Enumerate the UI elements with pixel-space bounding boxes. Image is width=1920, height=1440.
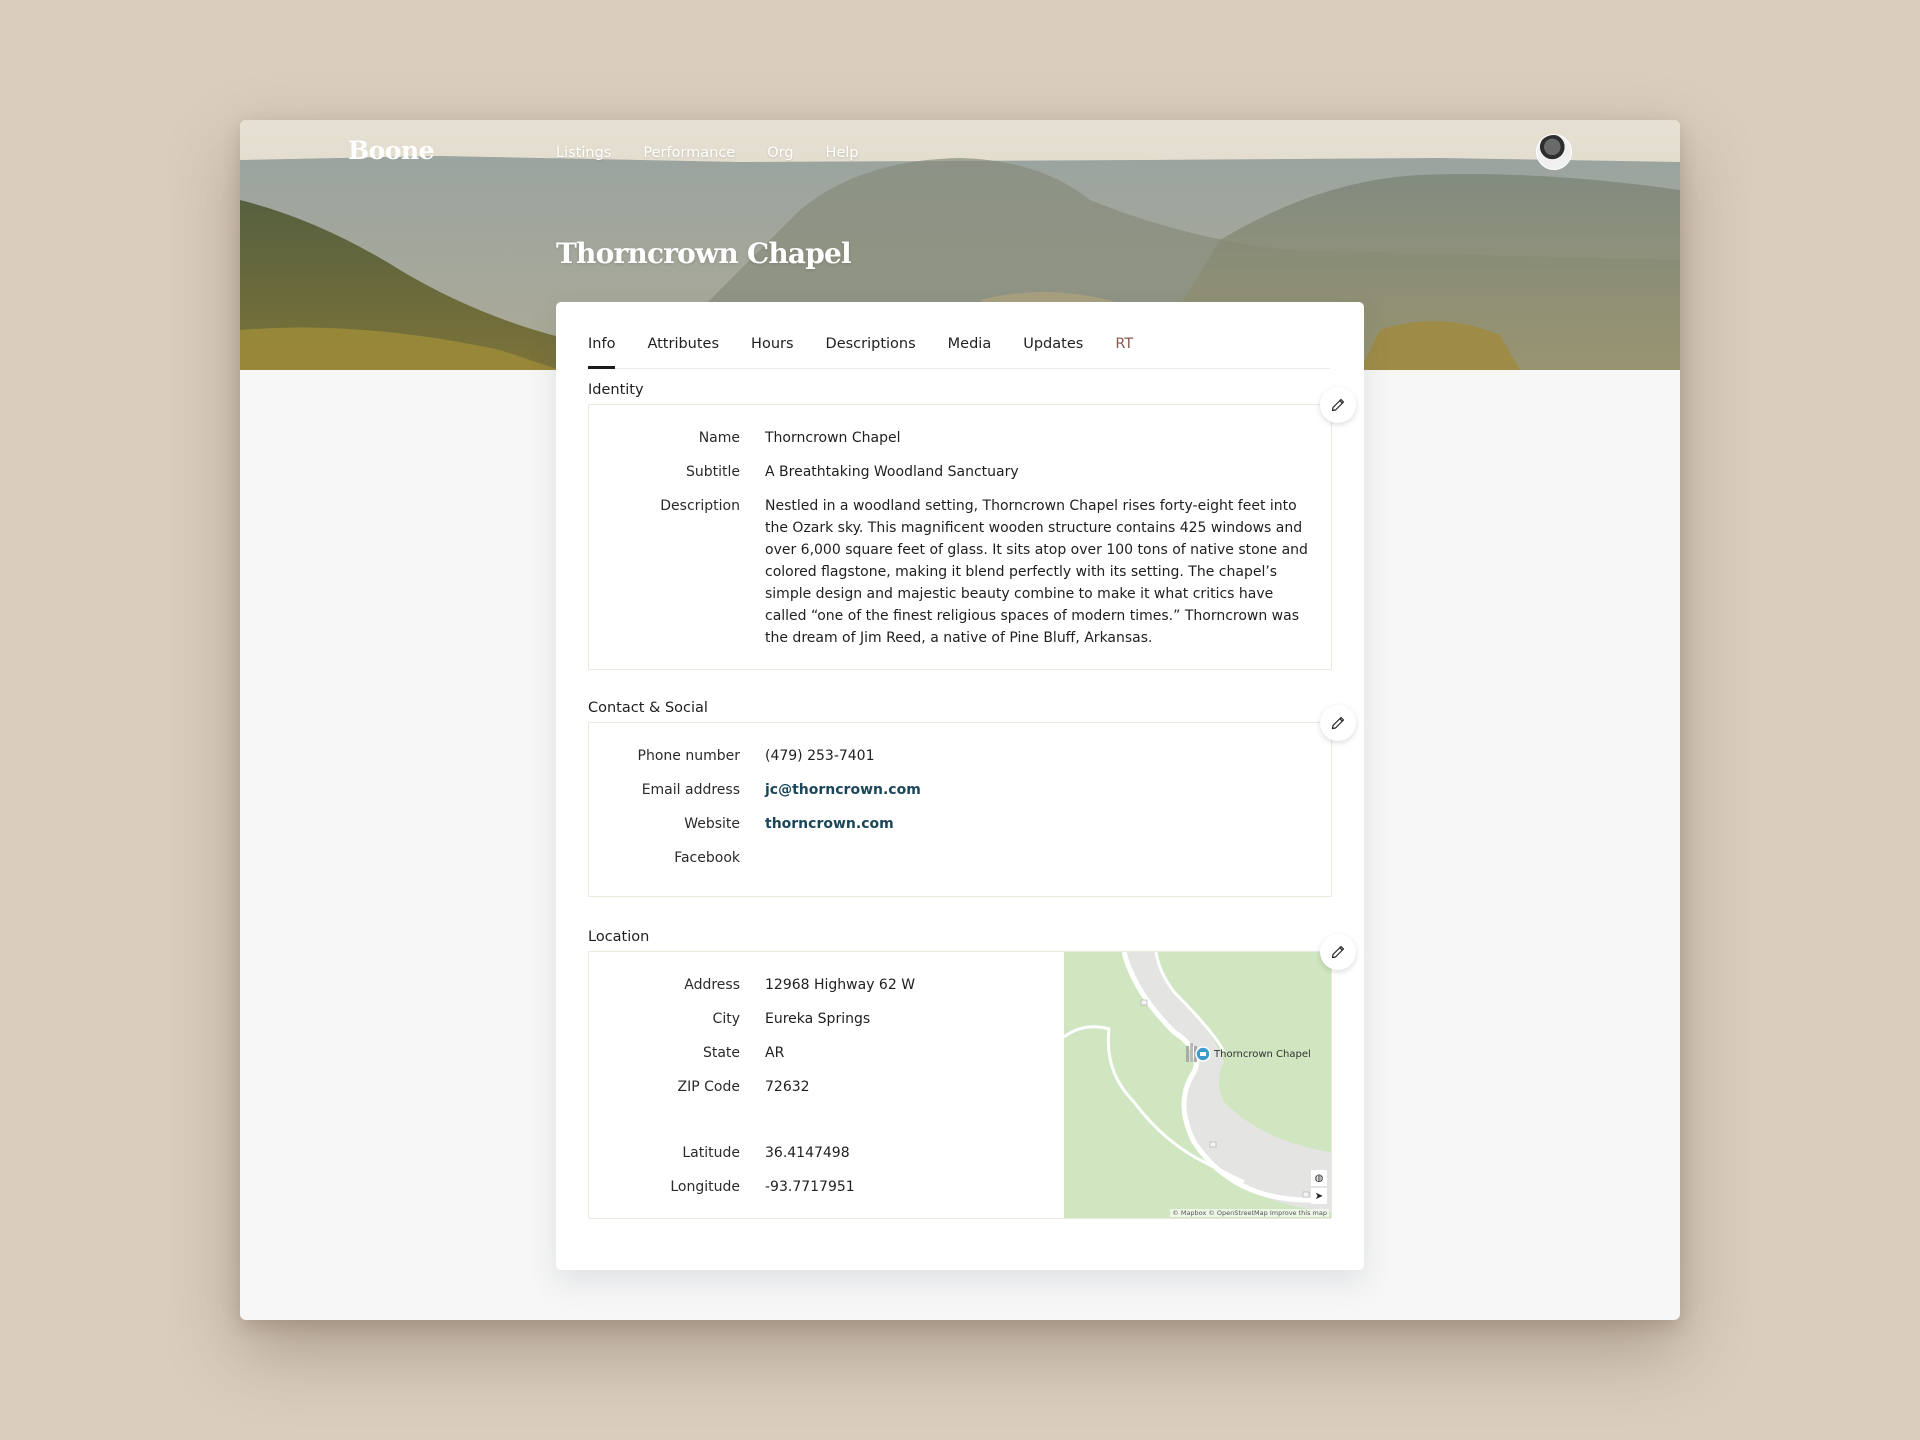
map-attribution[interactable]: © Mapbox © OpenStreetMap Improve this ma…: [1170, 1209, 1329, 1217]
locate-arrow-icon[interactable]: ➤: [1311, 1188, 1327, 1204]
edit-identity-button[interactable]: [1320, 387, 1356, 423]
field-row-website: Website thorncrown.com: [589, 813, 894, 835]
city-value: Eureka Springs: [765, 1011, 871, 1027]
listing-card: Info Attributes Hours Descriptions Media…: [556, 302, 1364, 1270]
route-shield-icon: [1209, 1141, 1217, 1148]
identity-section-title: Identity: [588, 382, 644, 398]
field-row-state: State AR: [589, 1042, 784, 1064]
description-value: Nestled in a woodland setting, Thorncrow…: [765, 498, 1308, 646]
latitude-value: 36.4147498: [765, 1145, 850, 1161]
field-label: State: [702, 1045, 740, 1061]
field-label: Latitude: [682, 1145, 740, 1161]
field-row-longitude: Longitude -93.7717951: [589, 1176, 855, 1198]
edit-contact-button[interactable]: [1320, 705, 1356, 741]
nav-listings[interactable]: Listings: [556, 145, 611, 161]
state-value: AR: [765, 1045, 785, 1061]
edit-location-button[interactable]: [1320, 934, 1356, 970]
field-row-latitude: Latitude 36.4147498: [589, 1142, 850, 1164]
field-row-city: City Eureka Springs: [589, 1008, 871, 1030]
tab-descriptions[interactable]: Descriptions: [826, 336, 916, 368]
website-link[interactable]: thorncrown.com: [765, 813, 894, 835]
longitude-value: -93.7717951: [765, 1179, 855, 1195]
app-logo[interactable]: Boone: [348, 136, 435, 165]
contact-section-title: Contact & Social: [588, 700, 708, 716]
field-label: Website: [684, 816, 740, 832]
field-label: Name: [698, 430, 740, 446]
name-value: Thorncrown Chapel: [765, 430, 901, 446]
subtitle-value: A Breathtaking Woodland Sanctuary: [765, 464, 1019, 480]
nav-org[interactable]: Org: [767, 145, 793, 161]
tab-rt[interactable]: RT: [1115, 336, 1133, 368]
field-row-phone: Phone number (479) 253-7401: [589, 745, 875, 767]
route-shield-icon: [1302, 1191, 1310, 1198]
field-row-subtitle: Subtitle A Breathtaking Woodland Sanctua…: [589, 461, 1019, 483]
email-link[interactable]: jc@thorncrown.com: [765, 779, 921, 801]
field-row-address: Address 12968 Highway 62 W: [589, 974, 915, 996]
map-marker-label: Thorncrown Chapel: [1214, 1049, 1311, 1060]
map-roads: [1064, 952, 1331, 1212]
field-label: ZIP Code: [677, 1079, 740, 1095]
nav-help[interactable]: Help: [826, 145, 859, 161]
route-shield-icon: [1140, 999, 1148, 1006]
field-row-name: Name Thorncrown Chapel: [589, 427, 901, 449]
location-map[interactable]: Thorncrown Chapel ◍ ➤ © Mapbox © OpenStr…: [1064, 952, 1331, 1218]
field-label: Facebook: [674, 850, 740, 866]
pencil-icon: [1331, 398, 1345, 412]
nav-performance[interactable]: Performance: [643, 145, 735, 161]
field-label: Description: [660, 498, 740, 514]
field-label: City: [712, 1011, 740, 1027]
field-label: Phone number: [637, 748, 740, 764]
field-row-email: Email address jc@thorncrown.com: [589, 779, 921, 801]
user-avatar[interactable]: [1536, 134, 1572, 170]
pencil-icon: [1331, 945, 1345, 959]
pencil-icon: [1331, 716, 1345, 730]
location-box: Address 12968 Highway 62 W City Eureka S…: [588, 951, 1332, 1219]
zip-value: 72632: [765, 1079, 810, 1095]
field-label: Address: [684, 977, 740, 993]
tab-updates[interactable]: Updates: [1023, 336, 1083, 368]
field-row-zip: ZIP Code 72632: [589, 1076, 810, 1098]
tab-bar: Info Attributes Hours Descriptions Media…: [588, 302, 1330, 369]
main-nav: Listings Performance Org Help: [556, 145, 859, 161]
field-row-description: Description Nestled in a woodland settin…: [589, 495, 1315, 649]
contact-box: Phone number (479) 253-7401 Email addres…: [588, 722, 1332, 897]
field-label: Longitude: [670, 1179, 740, 1195]
tab-media[interactable]: Media: [948, 336, 992, 368]
tab-info[interactable]: Info: [588, 336, 616, 369]
field-row-facebook: Facebook: [589, 847, 765, 869]
identity-box: Name Thorncrown Chapel Subtitle A Breath…: [588, 404, 1332, 670]
tab-attributes[interactable]: Attributes: [647, 336, 719, 368]
globe-icon[interactable]: ◍: [1311, 1170, 1327, 1186]
page-title: Thorncrown Chapel: [556, 237, 852, 270]
address-value: 12968 Highway 62 W: [765, 977, 916, 993]
app-window: Boone Listings Performance Org Help Thor…: [240, 120, 1680, 1320]
phone-value: (479) 253-7401: [765, 748, 875, 764]
field-label: Email address: [641, 782, 740, 798]
tab-hours[interactable]: Hours: [751, 336, 793, 368]
location-section-title: Location: [588, 929, 650, 945]
field-label: Subtitle: [685, 464, 740, 480]
